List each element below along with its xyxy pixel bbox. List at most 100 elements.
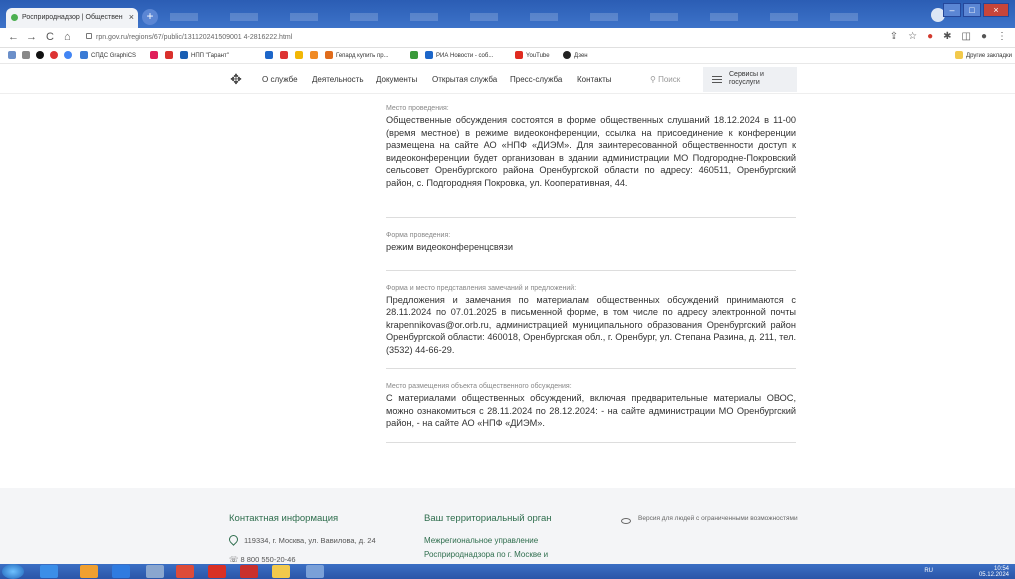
bookmark-icon-red[interactable] bbox=[280, 51, 291, 59]
bookmark-dzen[interactable]: Дзен bbox=[563, 51, 588, 59]
section-comments: Форма и место представления замечаний и … bbox=[386, 284, 796, 369]
section-text: С материалами общественных обсуждений, в… bbox=[386, 393, 796, 428]
eye-icon bbox=[621, 518, 631, 524]
url-text: rpn.gov.ru/regions/67/public/13112024150… bbox=[96, 34, 293, 41]
sidebar-icon[interactable]: ◫ bbox=[962, 31, 971, 42]
services-button[interactable]: Сервисы и госуслуги bbox=[703, 67, 797, 92]
bookmark-garant[interactable]: НПП "Гарант" bbox=[180, 51, 229, 59]
gepard-icon bbox=[325, 51, 333, 59]
document-taskbar-icon[interactable] bbox=[306, 565, 324, 578]
back-button[interactable]: ← bbox=[8, 31, 19, 43]
reload-button[interactable]: C bbox=[46, 31, 54, 43]
pdf-icon[interactable] bbox=[240, 565, 258, 578]
new-tab-button[interactable]: + bbox=[142, 9, 158, 25]
address-bar: ← → C ⌂ rpn.gov.ru/regions/67/public/131… bbox=[0, 28, 1015, 48]
garant-icon bbox=[180, 51, 188, 59]
bookmark-icon-google[interactable] bbox=[64, 51, 75, 59]
browser-tab-strip: Росприроднадзор | Обществен × + – □ × bbox=[0, 0, 1015, 28]
close-tab-icon[interactable]: × bbox=[129, 12, 134, 22]
bookmark-spds[interactable]: СПДС GraphiCS bbox=[80, 51, 136, 59]
other-bookmarks[interactable]: Другие закладки bbox=[955, 51, 1012, 59]
tab-title: Росприроднадзор | Обществен bbox=[22, 14, 123, 21]
section-text: Предложения и замечания по материалам об… bbox=[386, 294, 796, 355]
menu-icon[interactable]: ⋮ bbox=[997, 31, 1007, 42]
search-link[interactable]: ⚲ Поиск bbox=[650, 75, 680, 84]
extension-icon[interactable]: ● bbox=[927, 31, 933, 42]
bookmarks-bar: СПДС GraphiCS НПП "Гарант" Гепард купить… bbox=[0, 48, 1015, 64]
section-label: Форма проведения: bbox=[386, 232, 451, 239]
bookmark-icon-slack[interactable] bbox=[150, 51, 161, 59]
app-icon[interactable] bbox=[146, 565, 164, 578]
bookmark-youtube[interactable]: YouTube bbox=[515, 51, 550, 59]
forward-button[interactable]: → bbox=[26, 31, 37, 43]
browser-tab[interactable]: Росприроднадзор | Обществен × bbox=[6, 8, 138, 28]
menu-activity[interactable]: Деятельность bbox=[312, 75, 364, 84]
bookmark-gepard[interactable]: Гепард купить пр... bbox=[325, 51, 389, 59]
bookmark-icon-yellow[interactable] bbox=[295, 51, 306, 59]
bookmark-icon-green[interactable] bbox=[410, 51, 421, 59]
yandex-icon[interactable] bbox=[208, 565, 226, 578]
footer-phone[interactable]: ☏ 8 800 550-20-46 bbox=[229, 555, 296, 564]
maximize-button[interactable]: □ bbox=[963, 3, 981, 17]
section-label: Место размещения объекта общественного о… bbox=[386, 383, 572, 390]
territorial-link-line1[interactable]: Межрегиональное управление bbox=[424, 536, 538, 545]
footer-address: 119334, г. Москва, ул. Вавилова, д. 24 bbox=[244, 536, 376, 545]
youtube-icon bbox=[515, 51, 523, 59]
bookmark-icon-blue[interactable] bbox=[265, 51, 276, 59]
browser-toolbar-icons: ⇪ ☆ ● ✱ ◫ ● ⋮ bbox=[890, 31, 1007, 42]
bookmark-icon-doc[interactable] bbox=[22, 51, 33, 59]
menu-open-service[interactable]: Открытая служба bbox=[432, 75, 497, 84]
folder-taskbar-icon[interactable] bbox=[272, 565, 290, 578]
ie-icon[interactable] bbox=[112, 565, 130, 578]
explorer-icon[interactable] bbox=[80, 565, 98, 578]
section-format: Форма проведения: режим видеоконференцсв… bbox=[386, 232, 796, 271]
url-field[interactable]: rpn.gov.ru/regions/67/public/13112024150… bbox=[86, 33, 292, 41]
clock[interactable]: 10:54 05.12.2024 bbox=[979, 566, 1009, 578]
menu-press[interactable]: Пресс-служба bbox=[510, 75, 562, 84]
lock-icon bbox=[86, 33, 92, 39]
section-venue: Место проведения: Общественные обсуждени… bbox=[386, 105, 796, 218]
accessibility-link[interactable]: Версия для людей с ограниченными возможн… bbox=[638, 514, 798, 523]
menu-about[interactable]: О службе bbox=[262, 75, 298, 84]
dzen-icon bbox=[563, 51, 571, 59]
minimize-button[interactable]: – bbox=[943, 3, 961, 17]
contact-info-title: Контактная информация bbox=[229, 513, 339, 524]
share-icon[interactable]: ⇪ bbox=[890, 31, 898, 42]
bookmark-icon-orange[interactable] bbox=[310, 51, 321, 59]
puzzle-icon[interactable]: ✱ bbox=[943, 31, 951, 42]
menu-contacts[interactable]: Контакты bbox=[577, 75, 612, 84]
section-materials: Место размещения объекта общественного о… bbox=[386, 383, 796, 443]
search-icon: ⚲ bbox=[650, 75, 659, 84]
media-player-icon[interactable] bbox=[40, 565, 58, 578]
main-content: Место проведения: Общественные обсуждени… bbox=[386, 105, 796, 457]
section-label: Форма и место представления замечаний и … bbox=[386, 284, 577, 292]
section-text: Общественные обсуждения состоятся в форм… bbox=[386, 115, 796, 188]
start-button[interactable] bbox=[2, 564, 24, 579]
ria-icon bbox=[425, 51, 433, 59]
windows-taskbar: RU 10:54 05.12.2024 bbox=[0, 564, 1015, 579]
home-button[interactable]: ⌂ bbox=[64, 31, 71, 43]
bookmark-icon-github[interactable] bbox=[36, 51, 47, 59]
close-window-button[interactable]: × bbox=[983, 3, 1009, 17]
bookmark-ria[interactable]: РИА Новости - coб... bbox=[425, 51, 493, 59]
territorial-link-line2[interactable]: Росприроднадзора по г. Москве и bbox=[424, 550, 548, 559]
bookmark-icon-apps[interactable] bbox=[8, 51, 19, 59]
eagle-emblem-icon[interactable]: ✥ bbox=[228, 70, 244, 88]
territorial-title: Ваш территориальный орган bbox=[424, 513, 552, 524]
site-footer: Контактная информация 119334, г. Москва,… bbox=[0, 488, 1015, 564]
spds-icon bbox=[80, 51, 88, 59]
phone-icon: ☏ bbox=[229, 555, 241, 564]
window-controls: – □ × bbox=[943, 3, 1009, 17]
site-header: ✥ О службе Деятельность Документы Открыт… bbox=[0, 64, 1015, 94]
bookmark-icon-arrow[interactable] bbox=[165, 51, 176, 59]
account-icon[interactable]: ● bbox=[981, 31, 987, 42]
language-indicator[interactable]: RU bbox=[924, 568, 933, 574]
menu-documents[interactable]: Документы bbox=[376, 75, 417, 84]
section-text: режим видеоконференцсвязи bbox=[386, 242, 513, 252]
star-icon[interactable]: ☆ bbox=[908, 31, 917, 42]
chrome-icon[interactable] bbox=[176, 565, 194, 578]
hamburger-icon bbox=[712, 76, 722, 83]
bookmark-icon-opera[interactable] bbox=[50, 51, 61, 59]
site-favicon-icon bbox=[11, 14, 18, 21]
location-pin-icon bbox=[227, 533, 240, 546]
